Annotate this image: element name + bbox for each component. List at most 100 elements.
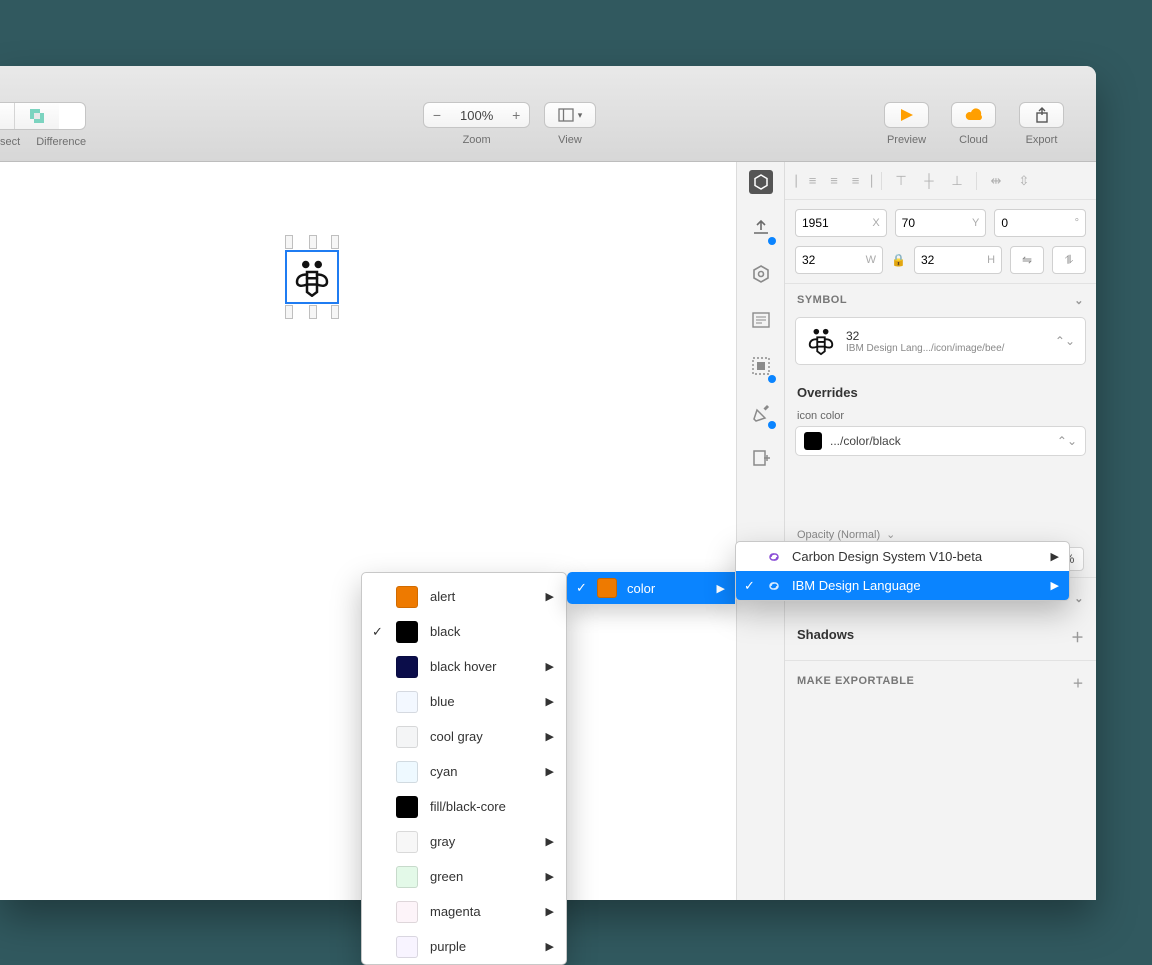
export-label: Export (1019, 134, 1064, 146)
layout-icon (558, 108, 574, 122)
color-submenu: alert▶✓blackblack hover▶blue▶cool gray▶c… (361, 572, 567, 965)
color-menu-item[interactable]: green▶ (362, 859, 566, 894)
submenu-arrow-icon: ▶ (546, 590, 554, 603)
cloud-button[interactable] (951, 102, 996, 128)
view-dropdown[interactable]: ▾ (544, 102, 596, 128)
resize-handle[interactable] (285, 305, 293, 319)
symbol-name: 32 (846, 329, 1004, 343)
ds-menu-label: Carbon Design System V10-beta (792, 549, 982, 564)
color-menu-item[interactable]: black hover▶ (362, 649, 566, 684)
resize-handle[interactable] (309, 305, 317, 319)
check-icon: ✓ (744, 578, 755, 594)
plus-icon[interactable]: ＋ (1073, 675, 1085, 691)
y-field[interactable]: Y (895, 209, 987, 237)
align-bottom-icon[interactable]: ⊥ (946, 170, 968, 192)
color-category-label: color (627, 581, 655, 596)
color-menu-item[interactable]: ✓ black (362, 614, 566, 649)
export-button[interactable] (1019, 102, 1064, 128)
intersect-button[interactable] (0, 103, 14, 129)
icon-color-field[interactable]: .../color/black ⌃⌄ (795, 426, 1086, 456)
preview-button[interactable] (884, 102, 929, 128)
x-field[interactable]: X (795, 209, 887, 237)
align-vcenter-icon[interactable]: ┼ (918, 170, 940, 192)
color-menu-item[interactable]: cool gray ▶ (362, 719, 566, 754)
library-link-icon (766, 549, 782, 565)
align-hcenter-icon[interactable]: ≡ (823, 170, 845, 192)
check-icon: ✓ (576, 580, 587, 596)
color-swatch (804, 432, 822, 450)
resize-handle[interactable] (309, 235, 317, 249)
rotation-field[interactable]: ° (994, 209, 1086, 237)
upload-icon[interactable] (749, 216, 773, 240)
color-menu-item[interactable]: purple▶ (362, 929, 566, 964)
boolean-ops-group (0, 102, 86, 130)
submenu-arrow-icon: ▶ (1051, 550, 1059, 563)
zoom-out-button[interactable]: − (424, 103, 450, 127)
color-menu-label: gray (430, 834, 455, 849)
color-menu-item[interactable]: alert▶ (362, 579, 566, 614)
color-menu-label: cyan (430, 764, 457, 779)
color-swatch (597, 578, 617, 598)
color-menu-label: black (430, 624, 460, 639)
plus-icon[interactable]: ＋ (1071, 627, 1084, 646)
color-swatch (396, 586, 418, 608)
settings-icon[interactable] (749, 262, 773, 286)
width-field[interactable]: W (795, 246, 883, 274)
align-right-icon[interactable]: ≡⎹ (851, 170, 873, 192)
color-menu-label: cool gray (430, 729, 483, 744)
color-menu-item[interactable]: gray▶ (362, 824, 566, 859)
color-swatch (396, 796, 418, 818)
pen-tool-icon[interactable] (749, 400, 773, 424)
symbol-section-header[interactable]: SYMBOL ⌄ (785, 283, 1096, 317)
color-menu-item[interactable]: magenta▶ (362, 894, 566, 929)
resize-handle[interactable] (331, 235, 339, 249)
align-left-icon[interactable]: ⎸≡ (795, 170, 817, 192)
color-menu-item[interactable]: blue▶ (362, 684, 566, 719)
check-icon: ✓ (372, 624, 383, 640)
intersect-icon (0, 107, 1, 125)
color-menu-label: blue (430, 694, 455, 709)
color-menu-label: black hover (430, 659, 496, 674)
zoom-label: Zoom (423, 134, 530, 146)
text-panel-icon[interactable] (749, 308, 773, 332)
export-icon (1035, 107, 1049, 123)
color-category-item[interactable]: ✓ color ▶ (567, 572, 735, 604)
artboard-add-icon[interactable] (749, 446, 773, 470)
align-top-icon[interactable]: ⊤ (890, 170, 912, 192)
distribute-h-icon[interactable]: ⇹ (985, 170, 1007, 192)
color-menu-item[interactable]: fill/black-core (362, 789, 566, 824)
color-swatch (396, 761, 418, 783)
difference-button[interactable] (14, 103, 59, 129)
chevron-down-icon: ⌄ (1074, 294, 1084, 307)
symbol-picker[interactable]: 32 IBM Design Lang.../icon/image/bee/ ⌃⌄ (795, 317, 1086, 365)
color-swatch (396, 621, 418, 643)
color-swatch (396, 901, 418, 923)
icon-color-value: .../color/black (830, 434, 901, 448)
notification-dot (768, 375, 776, 383)
exportable-section-header[interactable]: MAKE EXPORTABLE＋ (785, 660, 1096, 705)
carbon-plugin-icon[interactable] (749, 170, 773, 194)
lock-icon[interactable]: 🔒 (891, 253, 906, 267)
submenu-arrow-icon: ▶ (546, 765, 554, 778)
submenu-arrow-icon: ▶ (546, 730, 554, 743)
bee-icon (292, 257, 332, 297)
zoom-in-button[interactable]: + (503, 103, 529, 127)
flip-v-button[interactable]: ⥮ (1052, 246, 1086, 274)
difference-icon (28, 107, 46, 125)
submenu-arrow-icon: ▶ (1051, 579, 1059, 592)
ds-menu-item-ibm[interactable]: ✓ IBM Design Language ▶ (736, 571, 1069, 600)
selected-symbol-instance[interactable] (285, 250, 339, 304)
cloud-icon (964, 108, 984, 122)
shadows-row[interactable]: Shadows＋ (785, 619, 1096, 660)
selection-tool-icon[interactable] (749, 354, 773, 378)
plugin-sidebar (736, 162, 785, 900)
color-menu-item[interactable]: cyan ▶ (362, 754, 566, 789)
distribute-v-icon[interactable]: ⇳ (1013, 170, 1035, 192)
flip-h-button[interactable]: ⇋ (1010, 246, 1044, 274)
resize-handle[interactable] (331, 305, 339, 319)
ds-menu-item-carbon[interactable]: Carbon Design System V10-beta ▶ (736, 542, 1069, 571)
submenu-arrow-icon: ▶ (546, 905, 554, 918)
zoom-control[interactable]: − 100% + (423, 102, 530, 128)
resize-handle[interactable] (285, 235, 293, 249)
height-field[interactable]: H (914, 246, 1002, 274)
